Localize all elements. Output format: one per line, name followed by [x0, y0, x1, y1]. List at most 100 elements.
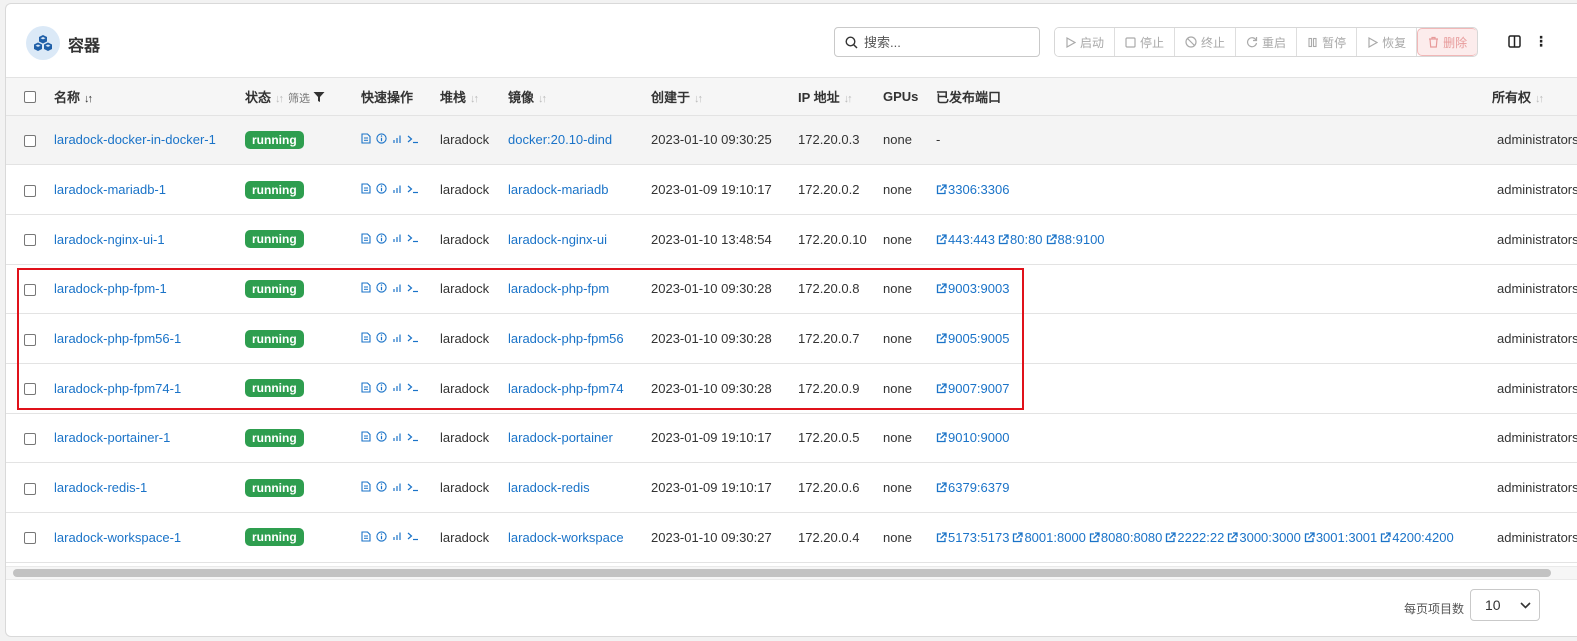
stats-icon[interactable] — [392, 184, 402, 194]
port-link[interactable]: 88:9100 — [1046, 232, 1105, 247]
columns-icon[interactable] — [1508, 35, 1521, 48]
sort-icon[interactable]: ↓↑ — [470, 93, 479, 105]
port-link[interactable]: 9005:9005 — [936, 331, 1009, 346]
console-icon[interactable] — [407, 233, 419, 243]
inspect-icon[interactable] — [376, 133, 387, 144]
table-row[interactable]: laradock-workspace-1 running laradock la… — [6, 512, 1577, 563]
row-checkbox[interactable] — [24, 532, 36, 545]
image-link[interactable]: laradock-portainer — [508, 430, 613, 445]
port-link[interactable]: 443:443 — [936, 232, 995, 247]
image-link[interactable]: laradock-redis — [508, 480, 590, 495]
table-row[interactable]: laradock-nginx-ui-1 running laradock lar… — [6, 214, 1577, 265]
port-link[interactable]: 3000:3000 — [1227, 530, 1301, 545]
sort-icon[interactable]: ↓↑ — [1535, 93, 1544, 105]
inspect-icon[interactable] — [376, 531, 387, 542]
inspect-icon[interactable] — [376, 183, 387, 194]
console-icon[interactable] — [407, 531, 419, 541]
logs-icon[interactable] — [361, 133, 371, 144]
logs-icon[interactable] — [361, 282, 371, 293]
port-link[interactable]: 8001:8000 — [1012, 530, 1086, 545]
delete-button[interactable]: 删除 — [1417, 28, 1478, 56]
port-link[interactable]: 3306:3306 — [936, 182, 1009, 197]
row-checkbox[interactable] — [24, 234, 36, 247]
console-icon[interactable] — [407, 283, 419, 293]
filter-label[interactable]: 筛选 — [288, 93, 310, 105]
stats-icon[interactable] — [392, 283, 402, 293]
console-icon[interactable] — [407, 184, 419, 194]
sort-icon[interactable]: ↓↑ — [275, 93, 284, 105]
container-name-link[interactable]: laradock-nginx-ui-1 — [54, 232, 165, 247]
stats-icon[interactable] — [392, 531, 402, 541]
image-link[interactable]: laradock-php-fpm56 — [508, 331, 624, 346]
logs-icon[interactable] — [361, 332, 371, 343]
port-link[interactable]: 4200:4200 — [1380, 530, 1454, 545]
per-page-select[interactable]: 10 — [1470, 589, 1540, 621]
restart-button[interactable]: 重启 — [1236, 28, 1298, 56]
logs-icon[interactable] — [361, 382, 371, 393]
horizontal-scrollbar[interactable] — [13, 569, 1551, 577]
container-name-link[interactable]: laradock-php-fpm74-1 — [54, 381, 181, 396]
console-icon[interactable] — [407, 432, 419, 442]
column-state[interactable]: 状态 ↓↑ 筛选 — [245, 78, 361, 116]
container-name-link[interactable]: laradock-portainer-1 — [54, 430, 170, 445]
container-name-link[interactable]: laradock-mariadb-1 — [54, 182, 166, 197]
column-owner[interactable]: 所有权 ↓↑ — [1492, 78, 1577, 116]
port-link[interactable]: 6379:6379 — [936, 480, 1009, 495]
port-link[interactable]: 5173:5173 — [936, 530, 1009, 545]
container-name-link[interactable]: laradock-php-fpm56-1 — [54, 331, 181, 346]
inspect-icon[interactable] — [376, 233, 387, 244]
start-button[interactable]: 启动 — [1055, 28, 1116, 56]
sort-icon[interactable]: ↓↑ — [844, 93, 853, 105]
logs-icon[interactable] — [361, 233, 371, 244]
console-icon[interactable] — [407, 382, 419, 392]
port-link[interactable]: 9003:9003 — [936, 281, 1009, 296]
pause-button[interactable]: 暂停 — [1297, 28, 1358, 56]
kill-button[interactable]: 终止 — [1175, 28, 1237, 56]
inspect-icon[interactable] — [376, 332, 387, 343]
console-icon[interactable] — [407, 482, 419, 492]
stats-icon[interactable] — [392, 382, 402, 392]
logs-icon[interactable] — [361, 431, 371, 443]
image-link[interactable]: laradock-mariadb — [508, 182, 608, 197]
stats-icon[interactable] — [392, 432, 402, 442]
container-name-link[interactable]: laradock-php-fpm-1 — [54, 281, 167, 296]
container-name-link[interactable]: laradock-docker-in-docker-1 — [54, 132, 216, 147]
row-checkbox[interactable] — [24, 333, 36, 346]
image-link[interactable]: laradock-nginx-ui — [508, 232, 607, 247]
table-row[interactable]: laradock-docker-in-docker-1 running lara… — [6, 115, 1577, 166]
table-row[interactable]: laradock-mariadb-1 running laradock lara… — [6, 164, 1577, 215]
console-icon[interactable] — [407, 333, 419, 343]
filter-icon[interactable] — [313, 91, 325, 103]
port-link[interactable]: 9010:9000 — [936, 430, 1009, 445]
sort-icon[interactable]: ↓↑ — [694, 93, 703, 105]
resume-button[interactable]: 恢复 — [1357, 28, 1418, 56]
row-checkbox[interactable] — [24, 283, 36, 296]
search-box[interactable] — [834, 27, 1040, 57]
console-icon[interactable] — [407, 134, 419, 144]
sort-icon[interactable]: ↓↑ — [84, 93, 93, 105]
table-row[interactable]: laradock-php-fpm74-1 running laradock la… — [6, 363, 1577, 414]
stats-icon[interactable] — [392, 482, 402, 492]
column-stack[interactable]: 堆栈 ↓↑ — [440, 78, 508, 116]
port-link[interactable]: 8080:8080 — [1089, 530, 1162, 545]
logs-icon[interactable] — [361, 481, 371, 492]
inspect-icon[interactable] — [376, 481, 387, 492]
port-link[interactable]: 80:80 — [998, 232, 1043, 247]
row-checkbox[interactable] — [24, 482, 36, 495]
table-row[interactable]: laradock-portainer-1 running laradock la… — [6, 413, 1577, 464]
row-checkbox[interactable] — [24, 184, 36, 197]
logs-icon[interactable] — [361, 531, 371, 542]
container-name-link[interactable]: laradock-redis-1 — [54, 480, 147, 495]
image-link[interactable]: laradock-workspace — [508, 530, 624, 545]
container-name-link[interactable]: laradock-workspace-1 — [54, 530, 181, 545]
inspect-icon[interactable] — [376, 282, 387, 294]
stats-icon[interactable] — [392, 333, 402, 343]
select-all-checkbox[interactable] — [24, 91, 36, 104]
image-link[interactable]: laradock-php-fpm74 — [508, 381, 624, 396]
search-input[interactable] — [864, 34, 1024, 50]
port-link[interactable]: 2222:22 — [1165, 530, 1224, 545]
row-checkbox[interactable] — [24, 433, 36, 446]
inspect-icon[interactable] — [376, 382, 387, 393]
sort-icon[interactable]: ↓↑ — [538, 93, 547, 105]
image-link[interactable]: docker:20.10-dind — [508, 132, 612, 147]
